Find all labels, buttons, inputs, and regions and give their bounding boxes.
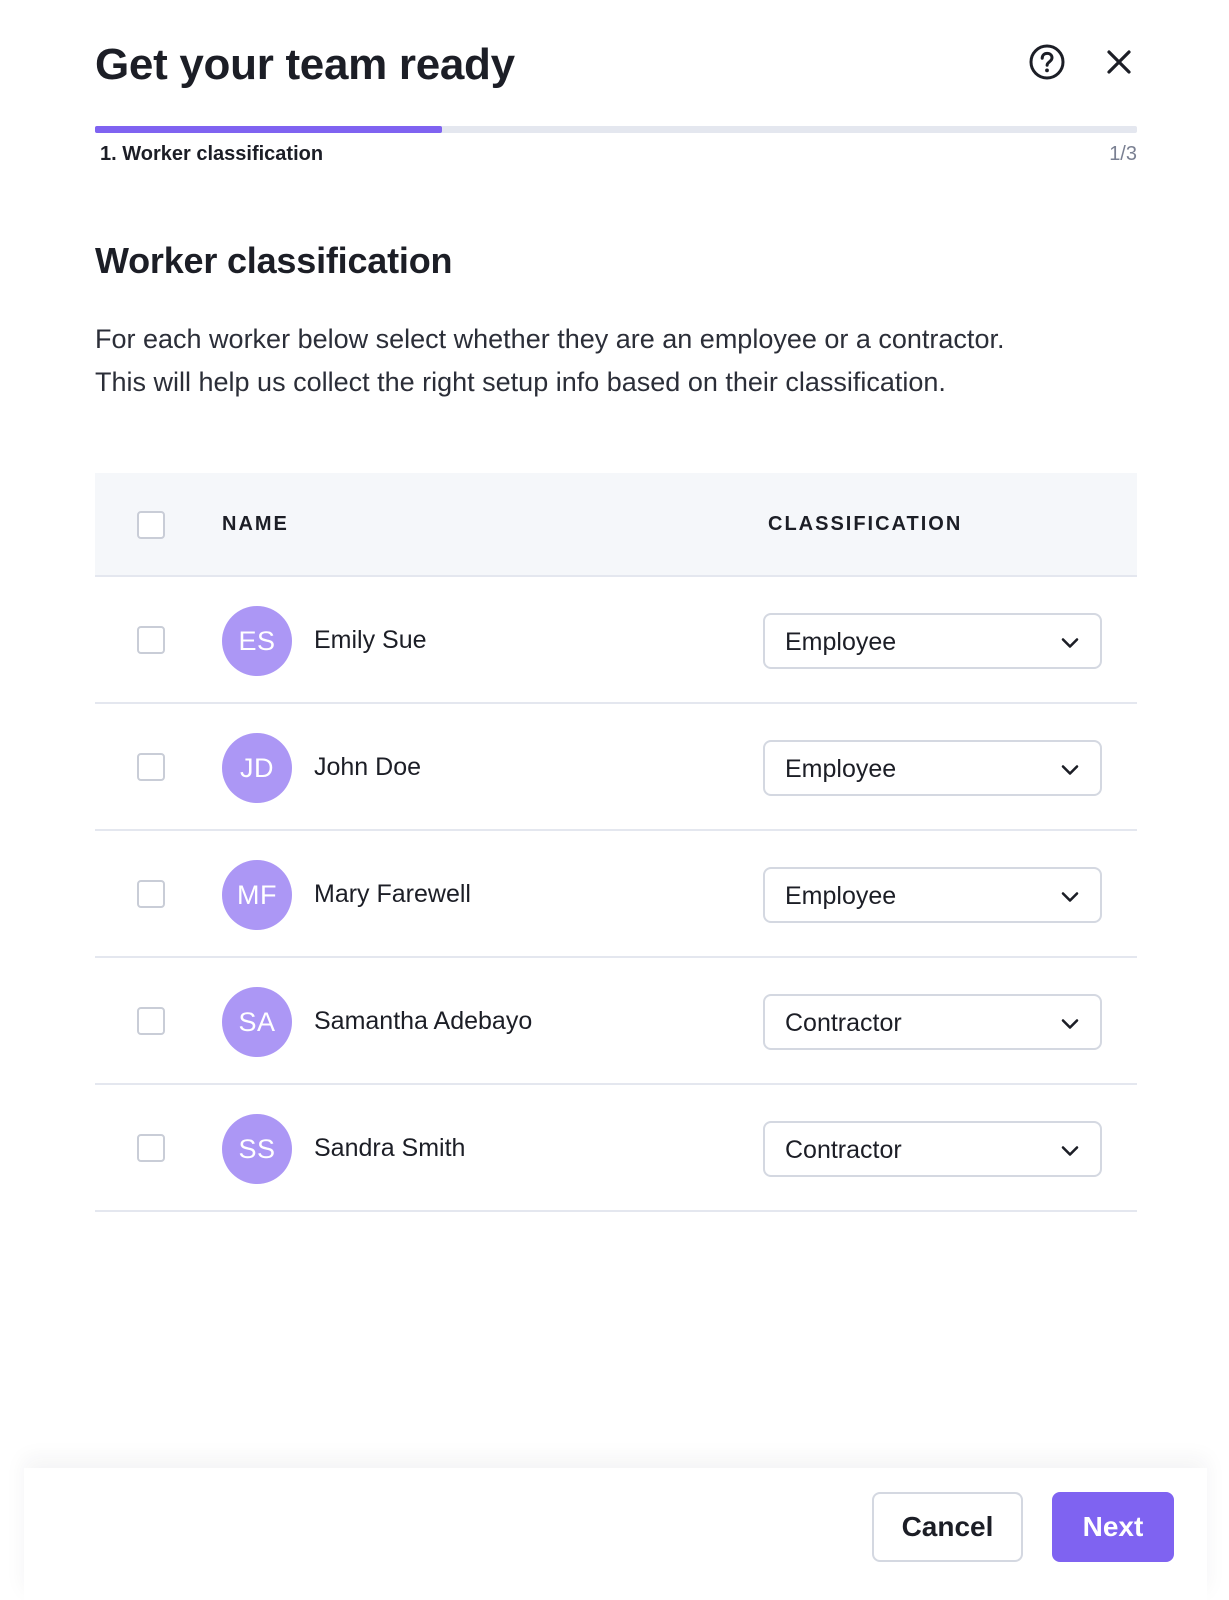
worker-name: Mary Farewell [314,880,471,908]
section-description: For each worker below select whether the… [95,318,1145,404]
avatar: MF [222,860,292,930]
step-label: 1. Worker classification [100,143,324,165]
chevron-down-icon [1061,892,1079,902]
chevron-down-icon [1061,638,1079,648]
classification-select[interactable]: Contractor [763,1121,1102,1177]
next-button[interactable]: Next [1052,1492,1174,1562]
classification-value: Contractor [785,1009,902,1037]
row-checkbox[interactable] [137,753,165,781]
team-setup-dialog: Get your team ready 1. Worker classifica… [0,0,1229,1600]
table-row: JD John Doe Employee [95,704,1137,831]
description-line: This will help us collect the right setu… [95,367,946,397]
chevron-down-icon [1061,765,1079,775]
help-circle-icon [1029,44,1065,80]
chevron-down-icon [1061,1146,1079,1156]
dialog-title: Get your team ready [95,40,515,89]
dialog-footer: Cancel Next [24,1468,1207,1600]
description-line: For each worker below select whether the… [95,324,1005,354]
classification-value: Contractor [785,1136,902,1164]
table-row: SA Samantha Adebayo Contractor [95,958,1137,1085]
table-row: ES Emily Sue Employee [95,577,1137,704]
avatar: SA [222,987,292,1057]
table-row: SS Sandra Smith Contractor [95,1085,1137,1212]
row-checkbox[interactable] [137,880,165,908]
avatar: SS [222,1114,292,1184]
avatar: ES [222,606,292,676]
column-header-classification: CLASSIFICATION [768,513,963,535]
cancel-button[interactable]: Cancel [872,1492,1023,1562]
worker-name: Samantha Adebayo [314,1007,533,1035]
classification-value: Employee [785,628,897,656]
worker-name: Emily Sue [314,626,427,654]
column-header-name: NAME [222,513,289,535]
classification-select[interactable]: Employee [763,613,1102,669]
worker-table: NAME CLASSIFICATION ES Emily Sue Employe… [95,473,1137,1212]
help-button[interactable] [1027,42,1067,82]
step-count: 1/3 [1109,143,1137,165]
classification-value: Employee [785,882,897,910]
chevron-down-icon [1061,1019,1079,1029]
row-checkbox[interactable] [137,1134,165,1162]
row-checkbox[interactable] [137,1007,165,1035]
worker-name: John Doe [314,753,422,781]
classification-value: Employee [785,755,897,783]
worker-name: Sandra Smith [314,1134,466,1162]
table-row: MF Mary Farewell Employee [95,831,1137,958]
row-checkbox[interactable] [137,626,165,654]
close-icon [1107,50,1131,74]
close-button[interactable] [1099,42,1139,82]
progress-bar [95,126,1137,133]
progress-bar-fill [95,126,442,133]
dialog-header: Get your team ready [95,36,1137,92]
classification-select[interactable]: Employee [763,867,1102,923]
classification-select[interactable]: Contractor [763,994,1102,1050]
select-all-checkbox[interactable] [137,511,165,539]
section-title: Worker classification [95,240,453,281]
classification-select[interactable]: Employee [763,740,1102,796]
avatar: JD [222,733,292,803]
table-header: NAME CLASSIFICATION [95,473,1137,577]
